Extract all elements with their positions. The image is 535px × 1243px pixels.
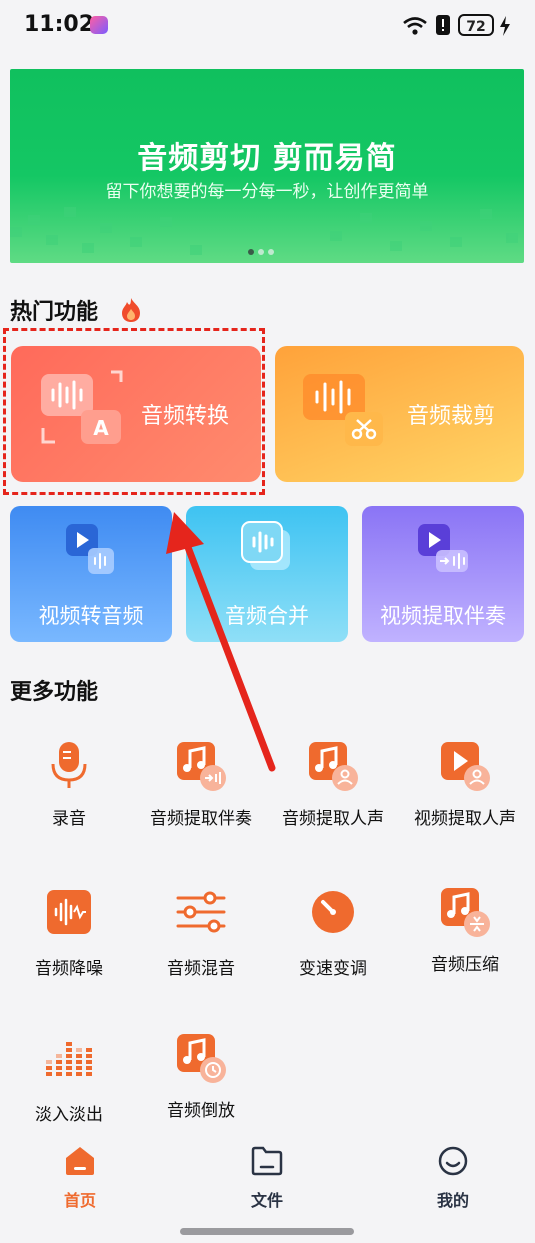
- nav-files-label: 文件: [250, 1191, 283, 1210]
- fire-icon: [122, 298, 140, 322]
- banner-pagination: [248, 240, 278, 259]
- nav-files[interactable]: 文件: [217, 1145, 317, 1211]
- page-dot: [268, 249, 274, 255]
- mixer-icon: [176, 890, 226, 934]
- battery-level: 72: [458, 14, 494, 36]
- alert-icon: [436, 15, 450, 35]
- fade-label: 淡入淡出: [35, 1105, 103, 1125]
- audio-extract-vocal-label: 音频提取人声: [282, 809, 384, 829]
- music-vocal-icon: [307, 740, 359, 792]
- nav-mine[interactable]: 我的: [403, 1145, 503, 1211]
- hot-section-title: 热门功能: [10, 300, 99, 325]
- red-arrow-annotation: [166, 512, 276, 772]
- highlight-box: [3, 328, 265, 495]
- app-notification-icon: [90, 16, 108, 34]
- nav-home-label: 首页: [63, 1191, 96, 1210]
- music-extract-icon: [175, 740, 227, 792]
- speed-dial-icon: [311, 890, 355, 934]
- wifi-icon: [403, 17, 427, 35]
- audio-trim-label: 音频裁剪: [407, 404, 496, 429]
- compress-label: 音频压缩: [431, 955, 499, 975]
- reverse-label: 音频倒放: [167, 1101, 235, 1121]
- speed-pitch-item[interactable]: 变速变调: [268, 890, 398, 979]
- video-extract-accompaniment-label: 视频提取伴奏: [380, 604, 506, 628]
- denoise-icon: [47, 890, 91, 934]
- record-label: 录音: [52, 809, 86, 829]
- audio-trim-icon: [303, 374, 383, 446]
- home-icon: [66, 1147, 94, 1175]
- page-dot: [258, 249, 264, 255]
- status-bar: 11:02 72: [0, 0, 535, 52]
- video-extract-vocal-item[interactable]: 视频提取人声: [400, 740, 530, 829]
- denoise-label: 音频降噪: [35, 959, 103, 979]
- audio-extract-vocal-item[interactable]: 音频提取人声: [268, 740, 398, 829]
- banner-subtitle: 留下你想要的每一分每一秒，让创作更简单: [105, 182, 429, 202]
- nav-home[interactable]: 首页: [30, 1145, 130, 1211]
- audio-extract-accompaniment-label: 音频提取伴奏: [150, 809, 252, 829]
- status-time: 11:02: [24, 12, 95, 37]
- compress-icon: [439, 886, 491, 938]
- denoise-item[interactable]: 音频降噪: [4, 890, 134, 979]
- banner-title: 音频剪切 剪而易简: [137, 141, 397, 176]
- nav-mine-label: 我的: [436, 1191, 469, 1210]
- record-item[interactable]: 录音: [4, 740, 134, 829]
- mixer-label: 音频混音: [167, 959, 235, 979]
- video-vocal-icon: [439, 740, 491, 792]
- home-indicator: [180, 1228, 354, 1235]
- smile-icon: [438, 1146, 468, 1176]
- video-to-audio-icon: [66, 524, 114, 574]
- compress-item[interactable]: 音频压缩: [400, 886, 530, 975]
- mixer-item[interactable]: 音频混音: [136, 890, 266, 979]
- video-extract-accompaniment-card[interactable]: 视频提取伴奏: [362, 506, 524, 642]
- reverse-item[interactable]: 音频倒放: [136, 1032, 266, 1121]
- video-to-audio-card[interactable]: 视频转音频: [10, 506, 172, 642]
- speed-pitch-label: 变速变调: [299, 959, 367, 979]
- reverse-icon: [175, 1032, 227, 1084]
- video-to-audio-label: 视频转音频: [38, 604, 144, 628]
- audio-extract-accompaniment-item[interactable]: 音频提取伴奏: [136, 740, 266, 829]
- audio-trim-card[interactable]: 音频裁剪: [275, 346, 524, 482]
- bottom-nav: 首页 文件 我的: [0, 1137, 535, 1217]
- video-extract-accompaniment-icon: [418, 524, 468, 572]
- fade-item[interactable]: 淡入淡出: [4, 1036, 134, 1125]
- more-section-title: 更多功能: [10, 680, 99, 705]
- page-dot: [248, 249, 254, 255]
- folder-icon: [251, 1146, 283, 1176]
- fade-icon: [46, 1036, 92, 1080]
- microphone-icon: [47, 740, 91, 788]
- charging-icon: [500, 16, 510, 36]
- promo-banner[interactable]: 音频剪切 剪而易简 留下你想要的每一分每一秒，让创作更简单: [10, 69, 524, 263]
- video-extract-vocal-label: 视频提取人声: [414, 809, 516, 829]
